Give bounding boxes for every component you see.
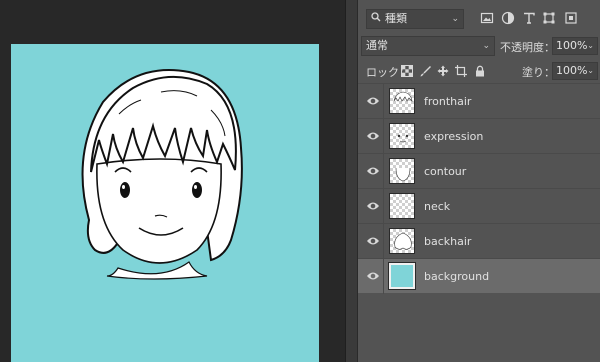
blend-mode-select[interactable]: 通常 ⌄: [361, 36, 495, 56]
opacity-label: 不透明度：: [500, 41, 555, 54]
layer-row-expression[interactable]: expression: [358, 118, 600, 154]
layer-name: contour: [424, 165, 467, 178]
layer-thumbnail: [389, 158, 415, 184]
layer-row-background[interactable]: background: [358, 258, 600, 294]
opacity-value: 100%: [556, 39, 588, 52]
neck-shape: [106, 261, 208, 280]
fill-input[interactable]: 100% ⌄: [552, 62, 598, 80]
type-filter-icon[interactable]: [522, 11, 536, 25]
visibility-divider: [383, 224, 384, 259]
layer-thumbnail: [389, 123, 415, 149]
image-filter-icon[interactable]: [480, 11, 494, 25]
layer-row-fronthair[interactable]: fronthair: [358, 83, 600, 119]
visibility-divider: [383, 84, 384, 119]
document-canvas[interactable]: [11, 44, 319, 362]
right-eye: [192, 182, 202, 198]
filter-kind-label: 種類: [385, 12, 407, 25]
blend-row: 通常 ⌄ 不透明度： 100% ⌄: [358, 35, 600, 57]
panel-divider[interactable]: [345, 0, 358, 362]
layer-thumbnail: [389, 228, 415, 254]
chevron-down-icon: ⌄: [451, 14, 459, 24]
lock-all-icon[interactable]: [474, 65, 486, 77]
layer-name: backhair: [424, 235, 472, 248]
opacity-input[interactable]: 100% ⌄: [552, 37, 598, 55]
fill-value: 100%: [556, 64, 588, 77]
layer-filter-row: 種類 ⌄: [358, 8, 600, 30]
layer-row-neck[interactable]: neck: [358, 188, 600, 224]
right-eye-highlight: [194, 185, 197, 189]
layer-thumbnail: [388, 262, 416, 290]
visibility-divider: [383, 119, 384, 154]
chevron-down-icon: ⌄: [587, 66, 594, 75]
lock-artboard-icon[interactable]: [455, 65, 467, 77]
search-icon: [371, 10, 381, 28]
left-eye-highlight: [122, 185, 125, 189]
layers-panel: 種類 ⌄ 通常 ⌄ 不透明度： 100% ⌄ ロック： 塗り： 100% ⌄ f…: [358, 0, 600, 362]
eye-icon[interactable]: [366, 130, 380, 142]
layer-list: fronthair expression contour neck backha…: [358, 83, 600, 294]
layer-name: expression: [424, 130, 484, 143]
lock-position-icon[interactable]: [437, 65, 449, 77]
adjustment-filter-icon[interactable]: [501, 11, 515, 25]
shape-filter-icon[interactable]: [542, 11, 556, 25]
layer-name: background: [424, 270, 490, 283]
left-eye: [120, 182, 130, 198]
filter-kind-select[interactable]: 種類 ⌄: [366, 9, 464, 29]
visibility-divider: [383, 259, 384, 294]
lock-row: ロック： 塗り： 100% ⌄: [358, 61, 600, 81]
canvas-workspace[interactable]: [0, 0, 345, 362]
photoshop-window: 種類 ⌄ 通常 ⌄ 不透明度： 100% ⌄ ロック： 塗り： 100% ⌄ f…: [0, 0, 600, 362]
layer-row-backhair[interactable]: backhair: [358, 223, 600, 259]
eye-icon[interactable]: [366, 270, 380, 282]
blend-mode-value: 通常: [366, 39, 388, 52]
layer-name: neck: [424, 200, 451, 213]
eye-icon[interactable]: [366, 200, 380, 212]
layer-name: fronthair: [424, 95, 472, 108]
fill-label: 塗り：: [522, 66, 555, 79]
layer-thumbnail: [389, 193, 415, 219]
lock-transparent-pixels-icon[interactable]: [401, 65, 413, 77]
lock-image-pixels-icon[interactable]: [419, 65, 431, 77]
eye-icon[interactable]: [366, 95, 380, 107]
smart-object-filter-icon[interactable]: [564, 11, 578, 25]
layer-thumbnail: [389, 88, 415, 114]
layer-row-contour[interactable]: contour: [358, 153, 600, 189]
character-illustration: [81, 69, 243, 280]
eye-icon[interactable]: [366, 165, 380, 177]
visibility-divider: [383, 189, 384, 224]
chevron-down-icon: ⌄: [482, 41, 490, 51]
eye-icon[interactable]: [366, 235, 380, 247]
chevron-down-icon: ⌄: [587, 41, 594, 50]
visibility-divider: [383, 154, 384, 189]
